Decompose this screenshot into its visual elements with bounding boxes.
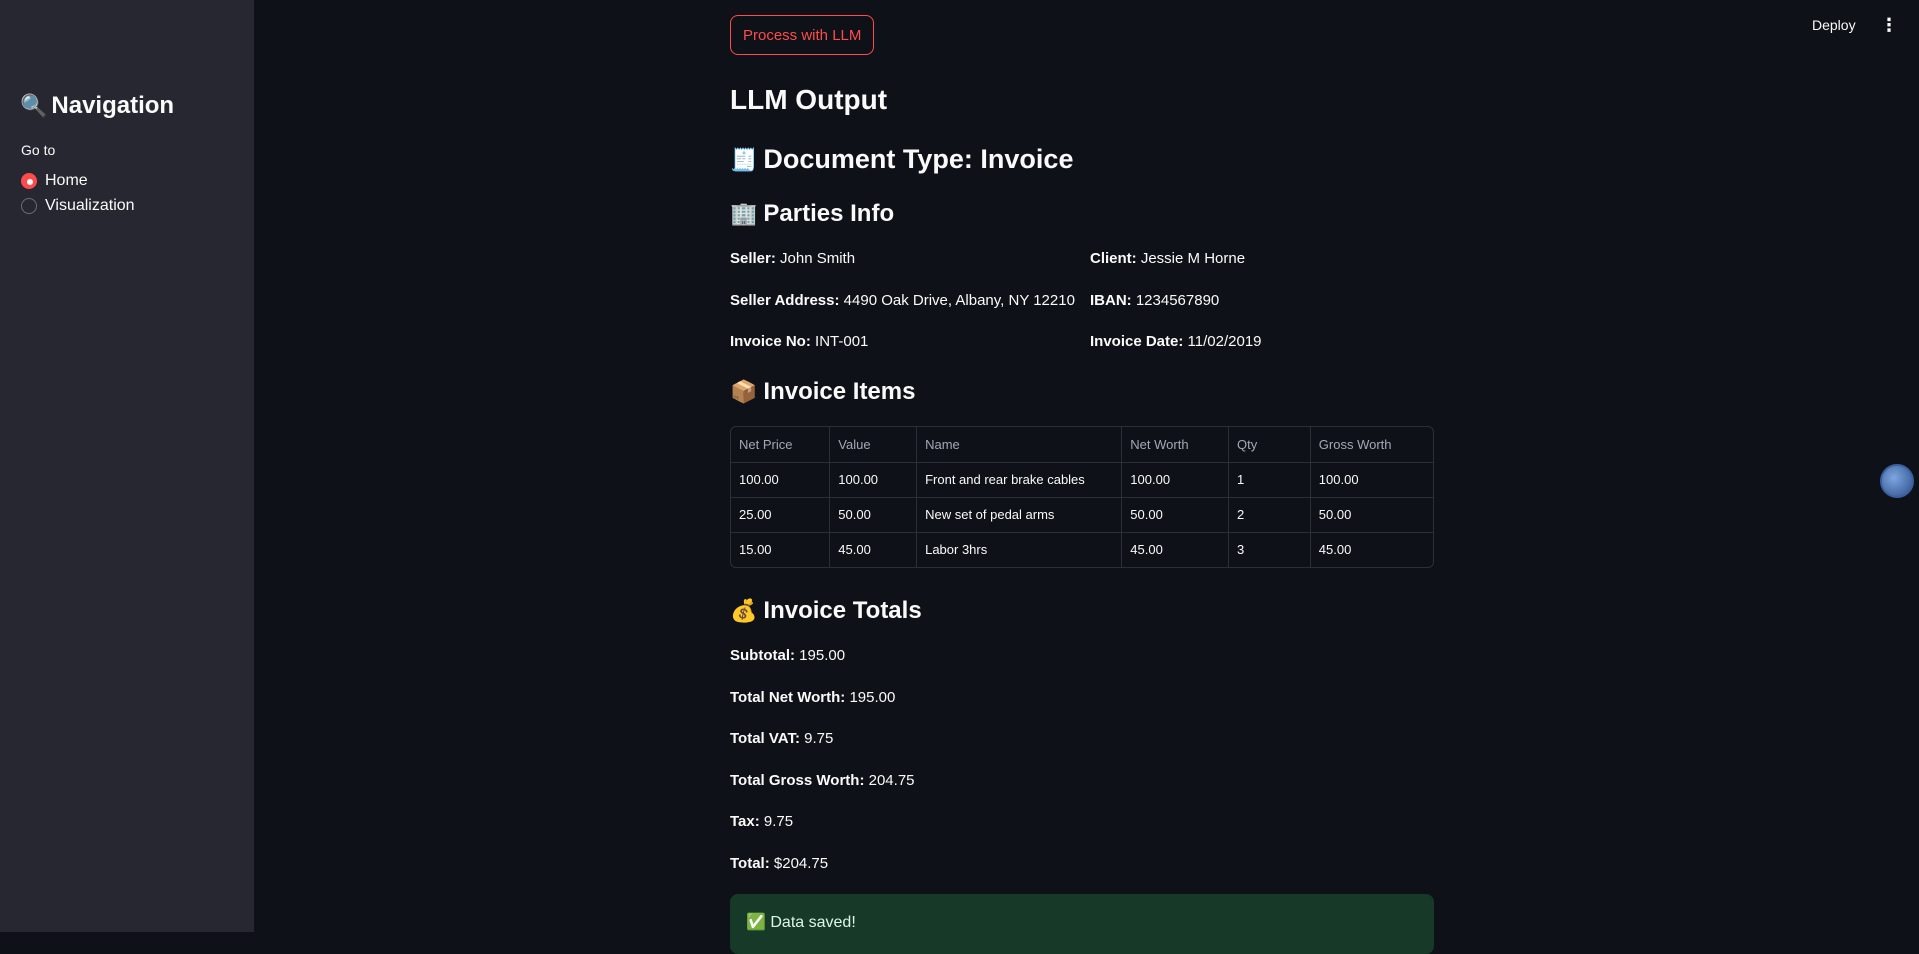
total-net-worth-value: 195.00 — [849, 689, 896, 706]
seller-field: Seller: John Smith — [730, 250, 855, 267]
check-mark-icon: ✅ — [746, 914, 766, 931]
table-cell[interactable]: Front and rear brake cables — [916, 462, 1123, 498]
table-row: 100.00 100.00 Front and rear brake cable… — [731, 462, 1433, 498]
llm-output-heading: LLM Output — [730, 84, 888, 115]
sidebar: 🔍 Navigation Go to Home Visualization — [0, 0, 254, 932]
seller-address-value: 4490 Oak Drive, Albany, NY 12210 — [843, 292, 1075, 309]
table-cell[interactable]: 50.00 — [1121, 497, 1230, 533]
invoice-items-table[interactable]: Net Price Value Name Net Worth Qty Gross… — [730, 426, 1434, 568]
table-cell[interactable]: 45.00 — [1310, 532, 1433, 567]
total-vat-field: Total VAT: 9.75 — [730, 730, 833, 747]
parties-heading-text: Parties Info — [763, 200, 895, 227]
deploy-button[interactable]: Deploy — [1812, 17, 1856, 33]
table-cell[interactable]: 100.00 — [1310, 462, 1433, 498]
items-heading-text: Invoice Items — [763, 378, 916, 405]
table-cell[interactable]: 3 — [1228, 532, 1311, 567]
table-cell[interactable]: 15.00 — [731, 532, 831, 567]
total-vat-value: 9.75 — [804, 730, 834, 747]
column-header[interactable]: Value — [829, 427, 918, 463]
invoice-date-label: Invoice Date: — [1090, 333, 1184, 350]
success-message: Data saved! — [770, 914, 856, 931]
totals-heading: 💰 Invoice Totals — [730, 597, 922, 625]
main-menu-icon[interactable]: ⋮ — [1880, 16, 1898, 34]
office-building-icon: 🏢 — [730, 201, 758, 226]
invoice-date-value: 11/02/2019 — [1187, 333, 1262, 350]
nav-radio-group: Home Visualization — [21, 168, 135, 218]
table-row: 15.00 45.00 Labor 3hrs 45.00 3 45.00 — [731, 532, 1433, 567]
radio-unselected-icon — [21, 197, 37, 214]
column-header[interactable]: Net Price — [731, 427, 831, 463]
table-cell[interactable]: Labor 3hrs — [916, 532, 1123, 567]
success-alert: ✅ Data saved! — [730, 894, 1434, 954]
client-value: Jessie M Horne — [1140, 250, 1246, 267]
seller-label: Seller: — [730, 250, 776, 267]
total-label: Total: — [730, 855, 770, 872]
total-gross-worth-label: Total Gross Worth: — [730, 772, 865, 789]
receipt-icon: 🧾 — [730, 146, 758, 172]
magnifier-icon: 🔍 — [20, 93, 48, 118]
table-row: 25.00 50.00 New set of pedal arms 50.00 … — [731, 497, 1433, 533]
radio-label-visualization: Visualization — [45, 196, 135, 214]
document-type-text: Document Type: Invoice — [763, 144, 1074, 174]
table-cell[interactable]: 45.00 — [829, 532, 918, 567]
totals-heading-text: Invoice Totals — [763, 597, 922, 624]
client-label: Client: — [1090, 250, 1137, 267]
radio-label-home: Home — [45, 171, 88, 189]
seller-address-field: Seller Address: 4490 Oak Drive, Albany, … — [730, 292, 1075, 309]
seller-value: John Smith — [780, 250, 856, 267]
column-header[interactable]: Net Worth — [1121, 427, 1230, 463]
total-field: Total: $204.75 — [730, 855, 828, 872]
iban-value: 1234567890 — [1135, 292, 1220, 309]
tax-field: Tax: 9.75 — [730, 813, 793, 830]
sidebar-title-text: Navigation — [51, 92, 175, 119]
parties-heading: 🏢 Parties Info — [730, 200, 894, 228]
table-cell[interactable]: 25.00 — [731, 497, 831, 533]
invoice-no-field: Invoice No: INT-001 — [730, 333, 868, 350]
subtotal-field: Subtotal: 195.00 — [730, 647, 845, 664]
table-cell[interactable]: New set of pedal arms — [916, 497, 1123, 533]
avatar[interactable] — [1880, 464, 1914, 498]
invoice-no-value: INT-001 — [815, 333, 869, 350]
table-cell[interactable]: 50.00 — [829, 497, 918, 533]
column-header[interactable]: Qty — [1228, 427, 1311, 463]
seller-address-label: Seller Address: — [730, 292, 840, 309]
iban-label: IBAN: — [1090, 292, 1132, 309]
table-cell[interactable]: 100.00 — [829, 462, 918, 498]
table-cell[interactable]: 2 — [1228, 497, 1311, 533]
tax-value: 9.75 — [763, 813, 794, 830]
total-net-worth-field: Total Net Worth: 195.00 — [730, 689, 895, 706]
table-cell[interactable]: 1 — [1228, 462, 1311, 498]
iban-field: IBAN: 1234567890 — [1090, 292, 1219, 309]
client-field: Client: Jessie M Horne — [1090, 250, 1245, 267]
invoice-no-label: Invoice No: — [730, 333, 811, 350]
radio-selected-icon — [21, 172, 37, 189]
invoice-date-field: Invoice Date: 11/02/2019 — [1090, 333, 1262, 350]
goto-label: Go to — [21, 142, 56, 158]
process-with-llm-button[interactable]: Process with LLM — [730, 15, 875, 55]
total-net-worth-label: Total Net Worth: — [730, 689, 846, 706]
table-cell[interactable]: 100.00 — [1121, 462, 1230, 498]
subtotal-value: 195.00 — [799, 647, 846, 664]
items-heading: 📦 Invoice Items — [730, 378, 915, 406]
tax-label: Tax: — [730, 813, 760, 830]
table-cell[interactable]: 50.00 — [1310, 497, 1433, 533]
sidebar-title: 🔍 Navigation — [20, 92, 174, 120]
total-value: $204.75 — [773, 855, 829, 872]
total-vat-label: Total VAT: — [730, 730, 800, 747]
package-icon: 📦 — [730, 379, 758, 404]
table-cell[interactable]: 100.00 — [731, 462, 831, 498]
document-type-heading: 🧾 Document Type: Invoice — [730, 144, 1073, 175]
radio-option-visualization[interactable]: Visualization — [21, 193, 135, 218]
money-bag-icon: 💰 — [730, 598, 758, 623]
radio-option-home[interactable]: Home — [21, 168, 135, 193]
total-gross-worth-value: 204.75 — [868, 772, 915, 789]
subtotal-label: Subtotal: — [730, 647, 795, 664]
table-cell[interactable]: 45.00 — [1121, 532, 1230, 567]
total-gross-worth-field: Total Gross Worth: 204.75 — [730, 772, 915, 789]
table-header-row: Net Price Value Name Net Worth Qty Gross… — [731, 427, 1433, 463]
column-header[interactable]: Gross Worth — [1310, 427, 1433, 463]
column-header[interactable]: Name — [916, 427, 1123, 463]
